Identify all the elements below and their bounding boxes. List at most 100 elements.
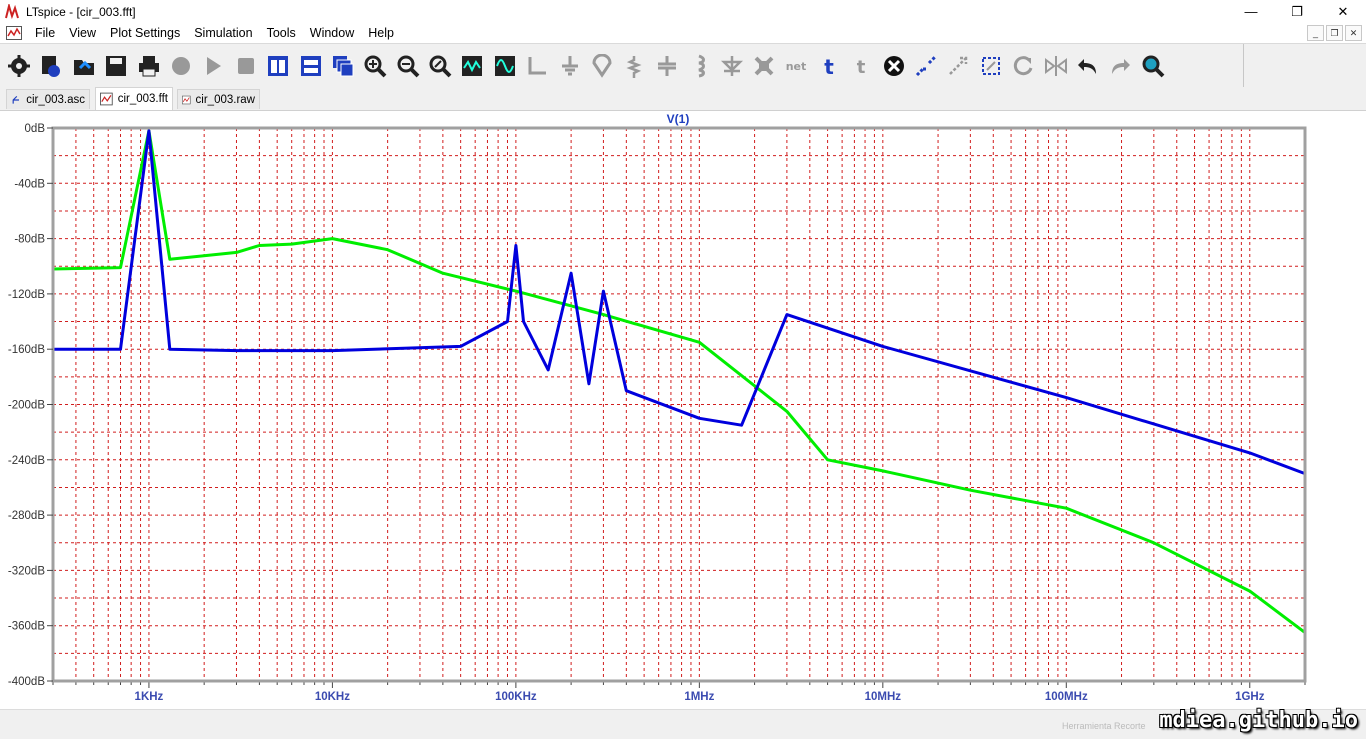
fft-plot[interactable]: V(1) 0dB -40dB -80dB -120dB -160dB -200dB -240d… [0, 111, 1366, 709]
rotate-button[interactable] [1010, 53, 1036, 79]
wire-button[interactable] [524, 53, 550, 79]
minimize-button[interactable]: — [1228, 0, 1274, 23]
capacitor-icon [657, 55, 676, 76]
rotate-icon [1013, 55, 1033, 75]
tab-cir-003-raw[interactable]: cir_003.raw [177, 89, 260, 109]
control-panel-button[interactable] [6, 53, 32, 79]
close-button[interactable]: ✕ [1320, 0, 1366, 23]
save-button[interactable] [103, 53, 129, 79]
y-tick-label: -200dB [8, 400, 45, 412]
open-file-button[interactable] [38, 53, 64, 79]
zoom-out-button[interactable] [395, 53, 421, 79]
svg-text:t: t [824, 55, 834, 78]
menu-simulation[interactable]: Simulation [187, 26, 259, 40]
tile-horizontal-icon [300, 55, 321, 76]
run-icon [207, 56, 222, 75]
tile-horizontal-button[interactable] [298, 53, 324, 79]
spice-directive-icon: t [857, 57, 866, 78]
menu-view[interactable]: View [62, 26, 103, 40]
diode-button[interactable] [719, 53, 745, 79]
snipping-tool-label: Herramienta Recorte [1062, 721, 1146, 731]
cascade-icon [332, 55, 354, 76]
watermark: mdiea.github.io [1159, 708, 1358, 733]
ltspice-logo-icon [5, 3, 19, 19]
component-button[interactable] [751, 53, 777, 79]
waveform-icon [100, 92, 113, 106]
y-tick-label: -360dB [8, 621, 45, 633]
zoom-fit-button[interactable] [427, 53, 453, 79]
run-button[interactable] [200, 53, 226, 79]
waveform-plot-pane[interactable]: V(1) 0dB -40dB -80dB -120dB -160dB -200dB -240d… [0, 111, 1366, 709]
redo-icon [1112, 58, 1131, 74]
x-tick-label: 100KHz [495, 691, 537, 703]
inductor-button[interactable] [686, 53, 712, 79]
y-tick-label: -120dB [8, 289, 45, 301]
mirror-icon [1044, 55, 1067, 76]
print-icon [138, 55, 159, 76]
undo-button[interactable] [1075, 53, 1101, 79]
text-button[interactable]: t [816, 53, 842, 79]
duplicate-button[interactable] [913, 53, 939, 79]
undo-icon [1077, 58, 1096, 74]
spice-directive-button[interactable]: t [848, 53, 874, 79]
capacitor-button[interactable] [654, 53, 680, 79]
net-button[interactable]: net [783, 53, 809, 79]
mdi-minimize-button[interactable]: _ [1307, 25, 1324, 41]
tile-vertical-button[interactable] [265, 53, 291, 79]
tab-cir-003-fft[interactable]: cir_003.fft [95, 87, 173, 110]
stop-button[interactable] [233, 53, 259, 79]
autorange-icon [462, 55, 483, 76]
label-icon [592, 53, 612, 78]
maximize-button[interactable]: ❐ [1274, 0, 1320, 23]
menu-bar: File View Plot Settings Simulation Tools… [0, 23, 1366, 43]
trace-name-label[interactable]: V(1) [667, 112, 690, 126]
move-button[interactable] [945, 53, 971, 79]
zoom-in-button[interactable] [362, 53, 388, 79]
mdi-restore-button[interactable]: ❐ [1326, 25, 1343, 41]
mdi-close-button[interactable]: ✕ [1345, 25, 1362, 41]
tile-vertical-icon [268, 55, 289, 76]
toolbar: net t t [0, 43, 1366, 88]
resistor-button[interactable] [621, 53, 647, 79]
y-tick-label: -280dB [8, 510, 45, 522]
delete-button[interactable] [881, 53, 907, 79]
drag-icon [981, 56, 1000, 75]
save-icon [106, 55, 127, 76]
halt-button[interactable] [168, 53, 194, 79]
menu-help[interactable]: Help [361, 26, 401, 40]
window-title: LTspice - [cir_003.fft] [26, 4, 136, 19]
menu-window[interactable]: Window [303, 26, 361, 40]
waveform-window-icon[interactable] [6, 26, 22, 40]
diode-icon [720, 55, 743, 76]
mirror-button[interactable] [1043, 53, 1069, 79]
redo-button[interactable] [1107, 53, 1133, 79]
x-tick-label: 10KHz [315, 691, 350, 703]
tab-cir-003-asc[interactable]: cir_003.asc [6, 89, 90, 109]
y-tick-label: -40dB [14, 178, 45, 190]
mdi-controls: _ ❐ ✕ [1307, 25, 1362, 41]
move-icon [949, 56, 968, 75]
svg-text:t: t [857, 57, 866, 78]
autorange-button[interactable] [459, 53, 485, 79]
menu-tools[interactable]: Tools [260, 26, 303, 40]
y-tick-label: -320dB [8, 565, 45, 577]
find-button[interactable] [1140, 53, 1166, 79]
y-tick-label: -160dB [8, 344, 45, 356]
label-button[interactable] [589, 53, 615, 79]
document-tabs: cir_003.asc cir_003.fft cir_003.raw [0, 87, 1366, 111]
x-tick-label: 1GHz [1235, 691, 1265, 703]
duplicate-icon [915, 55, 936, 76]
delete-icon [883, 55, 904, 76]
ground-button[interactable] [557, 53, 583, 79]
x-tick-label: 10MHz [865, 691, 902, 703]
drag-button[interactable] [978, 53, 1004, 79]
y-tick-label: -80dB [14, 234, 45, 246]
menu-file[interactable]: File [28, 26, 62, 40]
print-button[interactable] [136, 53, 162, 79]
open-folder-button[interactable] [71, 53, 97, 79]
waveform-button[interactable] [492, 53, 518, 79]
menu-plot-settings[interactable]: Plot Settings [103, 26, 187, 40]
cascade-button[interactable] [330, 53, 356, 79]
tab-label: cir_003.fft [117, 93, 168, 105]
stop-icon [237, 57, 254, 74]
